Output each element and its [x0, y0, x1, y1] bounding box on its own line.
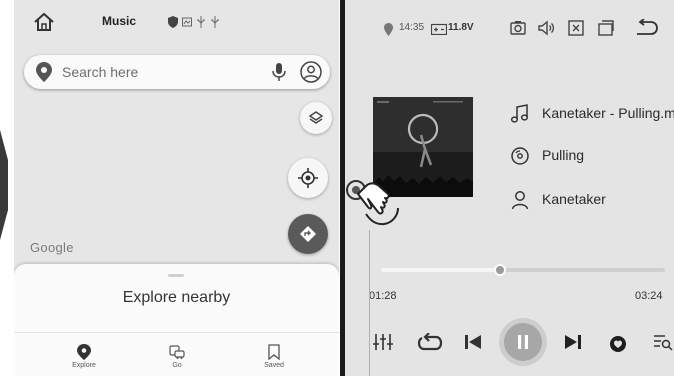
- screenshot-icon[interactable]: [509, 19, 527, 37]
- commute-icon: [169, 345, 185, 359]
- nav-label: Saved: [264, 362, 284, 369]
- total-time: 03:24: [635, 290, 663, 302]
- usb-icon: [211, 16, 219, 28]
- google-logo: Google: [30, 240, 74, 255]
- my-location-icon: [298, 168, 318, 188]
- hand-pointer-icon: [346, 180, 399, 226]
- usb-icon: [197, 16, 205, 28]
- bookmark-icon: [268, 344, 280, 360]
- nav-label: Go: [172, 362, 182, 369]
- location-pin-icon: [36, 62, 52, 82]
- my-location-button[interactable]: [288, 158, 328, 198]
- recent-apps-icon[interactable]: [597, 19, 615, 37]
- playlist-search-icon[interactable]: [653, 333, 673, 351]
- voltage-label: 11.8V: [448, 22, 474, 33]
- head-unit-screen: Music Search here Google Explore nearby …: [14, 0, 674, 376]
- seek-progress: [381, 268, 501, 272]
- explore-sheet[interactable]: Explore nearby Explore Go Saved: [14, 264, 339, 376]
- clock: 14:35: [399, 22, 425, 33]
- seek-handle[interactable]: [494, 264, 507, 276]
- back-icon[interactable]: [635, 19, 659, 37]
- close-window-icon[interactable]: [567, 19, 585, 37]
- pause-icon: [518, 335, 528, 349]
- left-edge-arrow-icon: [0, 130, 8, 240]
- next-track-icon[interactable]: [563, 333, 583, 351]
- search-bar[interactable]: Search here: [24, 55, 330, 89]
- explore-title: Explore nearby: [122, 289, 231, 306]
- maps-pane: Music Search here Google Explore nearby …: [14, 0, 339, 376]
- gallery-icon: [182, 17, 192, 27]
- microphone-icon[interactable]: [272, 63, 286, 81]
- nav-label: Explore: [72, 362, 96, 369]
- location-icon: [384, 23, 393, 36]
- elapsed-time: 01:28: [369, 290, 397, 302]
- disc-icon: [511, 147, 529, 165]
- left-status-bar: Music: [14, 8, 339, 36]
- sheet-handle[interactable]: [168, 274, 184, 277]
- account-icon[interactable]: [300, 61, 322, 83]
- music-note-icon: [511, 104, 529, 123]
- divider: [14, 332, 339, 333]
- directions-button[interactable]: [288, 214, 328, 254]
- person-icon: [511, 191, 529, 210]
- track-file-name: Kanetaker - Pulling.mp: [542, 105, 674, 121]
- layers-button[interactable]: [300, 102, 332, 134]
- shield-icon: [168, 16, 178, 28]
- home-icon[interactable]: [32, 10, 56, 34]
- track-title: Pulling: [542, 147, 585, 163]
- play-pause-button[interactable]: [504, 323, 542, 361]
- nav-saved[interactable]: Saved: [244, 344, 304, 369]
- search-input[interactable]: Search here: [62, 64, 138, 80]
- nav-go[interactable]: Go: [147, 344, 207, 369]
- layers-icon: [308, 111, 324, 124]
- directions-icon: [300, 226, 316, 242]
- track-artist: Kanetaker: [542, 191, 606, 207]
- repeat-icon[interactable]: [417, 333, 443, 353]
- seek-bar[interactable]: [381, 264, 665, 276]
- app-title: Music: [102, 14, 137, 28]
- previous-track-icon[interactable]: [463, 333, 483, 351]
- location-pin-icon: [77, 344, 91, 360]
- favorite-icon[interactable]: [609, 335, 627, 353]
- nav-explore[interactable]: Explore: [54, 344, 114, 369]
- right-status-bar: 14:35 11.8V: [345, 18, 674, 44]
- battery-icon: [431, 23, 447, 35]
- equalizer-icon[interactable]: [373, 333, 393, 351]
- touch-guide-line: [369, 230, 370, 376]
- volume-icon[interactable]: [537, 19, 555, 37]
